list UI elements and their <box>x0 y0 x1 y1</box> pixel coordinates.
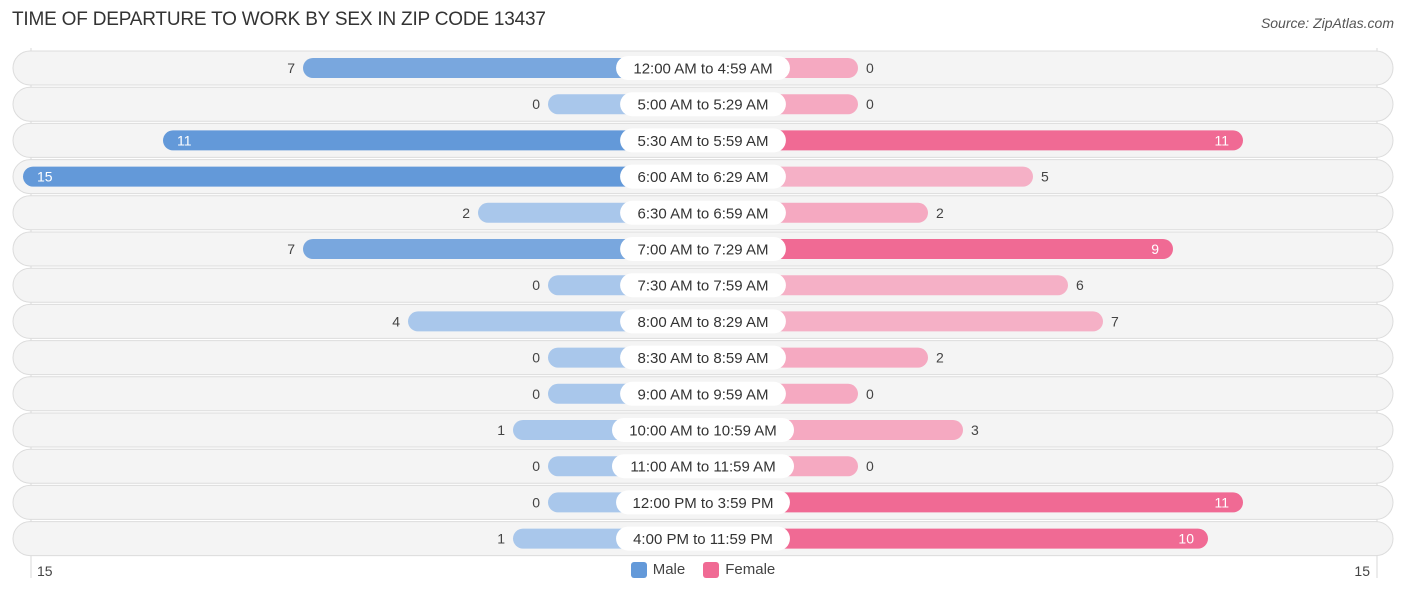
female-value-label: 7 <box>1111 313 1119 329</box>
category-label: 4:00 PM to 11:59 PM <box>633 531 773 548</box>
category-label: 12:00 PM to 3:59 PM <box>633 495 774 512</box>
chart-svg: 7 0 12:00 AM to 4:59 AM 0 0 5:00 AM to 5:29 A… <box>12 48 1394 578</box>
male-value-label: 1 <box>497 422 505 438</box>
female-value-label: 3 <box>971 422 979 438</box>
male-bar <box>23 166 703 187</box>
male-value-label: 0 <box>532 350 540 366</box>
female-value-label: 11 <box>1214 494 1229 510</box>
male-value-label: 7 <box>287 241 295 257</box>
female-value-label: 0 <box>866 458 874 474</box>
category-label: 6:00 AM to 6:29 AM <box>638 169 769 186</box>
male-value-label: 0 <box>532 458 540 474</box>
male-value-label: 2 <box>462 205 470 221</box>
male-value-label: 1 <box>497 531 505 547</box>
category-label: 5:30 AM to 5:59 AM <box>638 133 769 150</box>
male-value-label: 11 <box>177 132 192 148</box>
legend-label-male: Male <box>652 561 686 578</box>
male-value-label: 0 <box>532 386 540 402</box>
female-value-label: 10 <box>1178 531 1194 547</box>
female-value-label: 11 <box>1214 132 1229 148</box>
female-swatch <box>703 561 720 578</box>
female-value-label: 6 <box>1076 277 1084 293</box>
male-swatch <box>630 561 647 578</box>
category-label: 7:30 AM to 7:59 AM <box>638 278 769 295</box>
female-value-label: 9 <box>1151 241 1159 257</box>
legend-label-female: Female <box>725 561 776 578</box>
male-value-label: 0 <box>532 277 540 293</box>
female-value-label: 2 <box>936 350 944 366</box>
female-value-label: 0 <box>866 96 874 112</box>
female-value-label: 2 <box>936 205 944 221</box>
female-value-label: 0 <box>866 60 874 76</box>
legend-item-female: Female <box>703 561 775 578</box>
male-value-label: 4 <box>392 313 400 329</box>
category-label: 5:00 AM to 5:29 AM <box>638 97 769 114</box>
male-value-label: 7 <box>287 60 295 76</box>
category-label: 8:30 AM to 8:59 AM <box>638 350 769 367</box>
category-label: 7:00 AM to 7:29 AM <box>638 242 769 259</box>
male-value-label: 0 <box>532 494 540 510</box>
category-label: 9:00 AM to 9:59 AM <box>638 386 769 403</box>
category-label: 6:30 AM to 6:59 AM <box>638 205 769 222</box>
legend: Male Female <box>0 561 1406 578</box>
category-label: 10:00 AM to 10:59 AM <box>629 423 777 440</box>
male-value-label: 15 <box>37 169 53 185</box>
female-value-label: 0 <box>866 386 874 402</box>
category-label: 8:00 AM to 8:29 AM <box>638 314 769 331</box>
male-value-label: 0 <box>532 96 540 112</box>
female-value-label: 5 <box>1041 169 1049 185</box>
legend-item-male: Male <box>630 561 686 578</box>
category-label: 12:00 AM to 4:59 AM <box>633 61 772 78</box>
category-label: 11:00 AM to 11:59 AM <box>630 459 775 476</box>
